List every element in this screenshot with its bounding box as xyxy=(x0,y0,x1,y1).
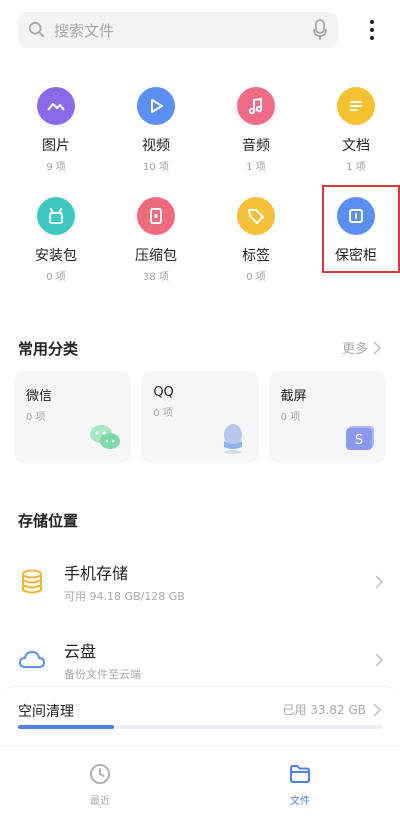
category-count: 10 项 xyxy=(143,162,169,173)
category-label: 安装包 xyxy=(35,248,77,264)
safe-icon xyxy=(337,197,375,235)
chevron-right-icon xyxy=(375,575,384,589)
category-videos[interactable]: 视频 10 项 xyxy=(112,85,200,195)
category-count: 0 项 xyxy=(246,272,266,283)
storage-item-phone[interactable]: 手机存储 可用 94.18 GB/128 GB xyxy=(18,557,384,607)
category-label: 保密柜 xyxy=(335,248,377,264)
cloud-icon xyxy=(19,651,45,668)
category-apk[interactable]: 安装包 0 项 xyxy=(12,195,100,305)
category-tags[interactable]: 标签 0 项 xyxy=(212,195,300,305)
category-count: 9 项 xyxy=(46,162,66,173)
music-icon xyxy=(237,87,275,125)
frequent-card-wechat[interactable]: 微信 0 项 xyxy=(14,371,132,463)
space-cleanup[interactable]: 空间清理 已用 33.82 GB xyxy=(0,686,400,732)
search-placeholder: 搜索文件 xyxy=(54,21,115,40)
category-count: 0 项 xyxy=(46,272,66,283)
cleanup-used: 已用 33.82 GB xyxy=(282,703,366,717)
more-options-icon[interactable] xyxy=(360,14,384,46)
more-label: 更多 xyxy=(341,342,368,357)
storage-usage-fill xyxy=(18,725,115,729)
category-label: 标签 xyxy=(242,248,270,264)
category-label: 图片 xyxy=(42,138,70,154)
database-icon xyxy=(22,569,42,594)
storage-section-title: 存储位置 xyxy=(18,512,79,530)
frequent-card-qq[interactable]: QQ 0 项 xyxy=(141,371,259,463)
chevron-right-icon xyxy=(373,702,382,717)
category-count: 1 项 xyxy=(246,162,266,173)
category-count: 1 项 xyxy=(346,162,366,173)
search-bar[interactable]: 搜索文件 xyxy=(18,12,338,48)
more-link[interactable]: 更多 xyxy=(342,338,382,357)
qq-icon xyxy=(223,424,242,454)
screenshot-icon: S xyxy=(345,426,374,450)
wechat-icon xyxy=(90,425,121,449)
category-count: 38 项 xyxy=(143,272,169,283)
android-icon xyxy=(37,197,75,235)
category-documents[interactable]: 文档 1 项 xyxy=(312,85,400,195)
frequent-section-title: 常用分类 xyxy=(18,340,79,358)
frequent-cards: 微信 0 项 QQ 0 项 截屏 0 项 S xyxy=(14,371,386,463)
storage-usage-bar xyxy=(18,725,382,729)
clock-icon xyxy=(90,764,110,784)
nav-label: 文件 xyxy=(290,796,310,807)
category-images[interactable]: 图片 9 项 xyxy=(12,85,100,195)
cleanup-title: 空间清理 xyxy=(18,704,74,720)
search-icon xyxy=(28,21,45,38)
card-title: 截屏 xyxy=(280,389,307,404)
card-title: QQ xyxy=(153,385,174,400)
svg-text:S: S xyxy=(355,433,363,448)
chevron-right-icon xyxy=(373,340,382,355)
category-label: 文档 xyxy=(342,138,370,154)
folder-icon xyxy=(290,765,310,783)
microphone-icon[interactable] xyxy=(312,19,328,41)
storage-name: 云盘 xyxy=(64,642,97,661)
category-label: 音频 xyxy=(242,138,270,154)
frequent-card-screenshot[interactable]: 截屏 0 项 S xyxy=(268,371,386,463)
category-label: 压缩包 xyxy=(135,248,177,264)
category-label: 视频 xyxy=(142,138,170,154)
category-grid: 图片 9 项 视频 10 项 音频 1 项 文档 1 项 安装包 0 项 压缩包… xyxy=(0,85,400,305)
category-archives[interactable]: 压缩包 38 项 xyxy=(112,195,200,305)
category-audio[interactable]: 音频 1 项 xyxy=(212,85,300,195)
card-count: 0 项 xyxy=(153,408,173,419)
nav-recent[interactable]: 最近 xyxy=(0,746,200,825)
bottom-nav: 最近 文件 xyxy=(0,745,400,825)
storage-subtitle: 备份文件至云端 xyxy=(64,668,141,681)
storage-name: 手机存储 xyxy=(64,564,129,583)
storage-item-cloud[interactable]: 云盘 备份文件至云端 xyxy=(18,635,384,685)
nav-label: 最近 xyxy=(90,796,110,807)
archive-icon xyxy=(137,197,175,235)
tag-icon xyxy=(237,197,275,235)
category-safe[interactable]: 保密柜 xyxy=(312,185,400,305)
card-title: 微信 xyxy=(26,389,53,404)
document-icon xyxy=(337,87,375,125)
chevron-right-icon xyxy=(375,653,384,667)
image-icon xyxy=(37,87,75,125)
storage-subtitle: 可用 94.18 GB/128 GB xyxy=(64,590,185,603)
nav-files[interactable]: 文件 xyxy=(200,746,400,825)
play-icon xyxy=(137,87,175,125)
